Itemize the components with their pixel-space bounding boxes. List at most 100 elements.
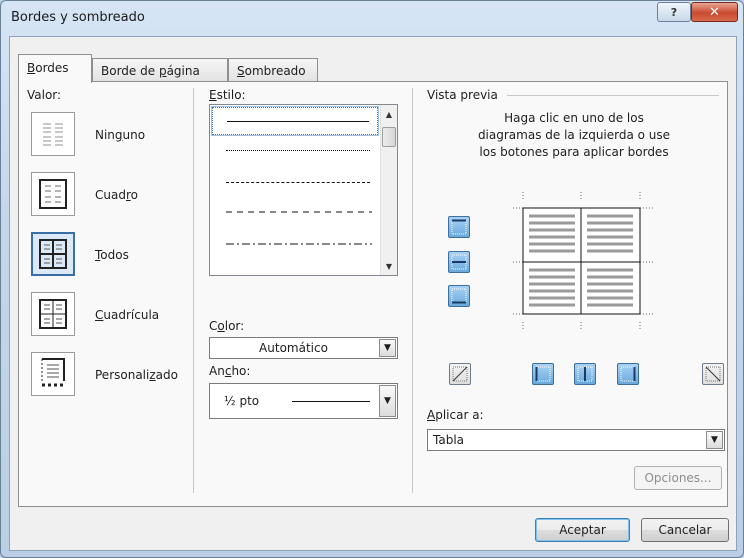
help-icon: ? <box>670 5 678 19</box>
aplicar-mnemonic: A <box>427 408 436 422</box>
scroll-down-icon[interactable]: ▼ <box>381 258 397 274</box>
style-item-solid[interactable] <box>211 106 379 136</box>
diagonal-down-icon <box>705 366 721 382</box>
aplicar-label: Aplicar a: <box>427 408 484 422</box>
color-dropdown[interactable]: Automático ▼ <box>209 337 398 359</box>
help-button[interactable]: ? <box>657 2 691 22</box>
preset-cuadro-text-a: Cuad <box>95 188 126 202</box>
preset-personalizado-text-a: Personali <box>95 368 150 382</box>
preset-cuadro-text-b: o <box>130 188 138 202</box>
left-border-button[interactable] <box>532 363 554 385</box>
diagonal-up-icon <box>452 366 468 382</box>
width-sample-line <box>292 401 370 402</box>
apply-to-dropdown[interactable]: Tabla ▼ <box>427 429 725 451</box>
bottom-border-button[interactable] <box>448 285 470 307</box>
preset-ninguno-button[interactable] <box>31 112 75 156</box>
preview-group-line <box>507 95 719 96</box>
tab-sombreado-label: ombreado <box>244 64 306 78</box>
preset-personalizado-text-b: ado <box>155 368 178 382</box>
preset-cuadricula-label: Cuadrícula <box>95 308 159 322</box>
preset-cuadro-label: Cuadro <box>95 188 138 202</box>
tab-bordes-label: ordes <box>35 61 69 75</box>
color-mnemonic: o <box>217 319 225 333</box>
column-divider-left <box>193 88 194 493</box>
preset-cuadro-button[interactable] <box>31 172 75 216</box>
top-border-icon <box>451 219 467 235</box>
preset-todos-text-b: odos <box>100 248 129 262</box>
close-icon: ✕ <box>709 4 720 20</box>
tab-borde-de-pagina[interactable]: Borde de página <box>92 58 228 82</box>
accept-button[interactable]: Aceptar <box>535 518 630 542</box>
style-dotted-line <box>226 150 370 151</box>
valor-label: Valor: <box>27 88 62 102</box>
preview-instructions-line-3: los botones para aplicar bordes <box>479 145 669 159</box>
style-dash-dot-line <box>226 243 372 245</box>
style-item-dashed[interactable] <box>212 201 378 229</box>
estilo-label-text: stilo: <box>216 88 246 102</box>
preset-grid-icon <box>39 299 67 329</box>
diagonal-up-border-button[interactable] <box>449 363 471 385</box>
aplicar-label-text: plicar a: <box>435 408 484 422</box>
preset-custom-icon <box>41 358 65 387</box>
chevron-down-icon[interactable]: ▼ <box>379 385 396 417</box>
estilo-mnemonic: E <box>209 88 217 102</box>
tab-borde-pagina-mnemonic: p <box>158 64 167 78</box>
scroll-up-icon[interactable]: ▲ <box>381 106 397 122</box>
options-button[interactable]: Opciones... <box>634 466 722 490</box>
color-label-text-b: lor: <box>224 319 245 333</box>
style-list[interactable]: ▲ ▼ <box>209 104 398 276</box>
width-dropdown[interactable]: ½ pto ▼ <box>209 383 398 419</box>
cancel-button[interactable]: Cancelar <box>641 518 729 542</box>
preview-instructions: Haga clic en uno de los diagramas de la … <box>439 110 709 161</box>
preset-all-icon <box>39 239 67 269</box>
scroll-thumb[interactable] <box>382 127 396 147</box>
inside-horizontal-border-icon <box>451 254 467 270</box>
color-value: Automático <box>259 341 328 355</box>
tab-sombreado[interactable]: Sombreado <box>228 58 318 82</box>
style-dashed-line <box>226 211 372 213</box>
preset-ninguno-label: Ninguno <box>95 128 145 142</box>
dialog-client-area: Bordes Borde de página Sombreado Valor: <box>9 36 737 551</box>
tab-bordes-mnemonic: B <box>27 61 36 75</box>
right-border-button[interactable] <box>617 363 639 385</box>
preview-diagram[interactable] <box>495 192 665 332</box>
tab-bordes[interactable]: Bordes <box>18 54 92 83</box>
diagonal-down-border-button[interactable] <box>702 363 724 385</box>
tab-sombreado-mnemonic: S <box>237 64 245 78</box>
preset-cuadricula-button[interactable] <box>31 292 75 336</box>
style-dashed-fine-line <box>226 182 370 183</box>
preset-ninguno-mnemonic: g <box>114 128 123 142</box>
style-item-dotted[interactable] <box>212 137 378 165</box>
preset-box-icon <box>39 179 67 209</box>
estilo-label: Estilo: <box>209 88 246 102</box>
preview-group-label: Vista previa <box>427 88 498 102</box>
preview-instructions-line-2: diagramas de la izquierda o use <box>477 128 671 142</box>
right-border-icon <box>620 366 636 382</box>
preset-ninguno-text-a: Nin <box>95 128 115 142</box>
tab-borde-pagina-prefix: Borde de <box>101 64 159 78</box>
top-border-button[interactable] <box>448 216 470 238</box>
preset-ninguno-text-b: uno <box>122 128 146 142</box>
inside-vertical-border-button[interactable] <box>574 363 596 385</box>
width-value: ½ pto <box>224 394 260 408</box>
style-item-dashed-fine[interactable] <box>212 169 378 197</box>
chevron-down-icon[interactable]: ▼ <box>706 431 723 449</box>
title-bar[interactable]: Bordes y sombreado ? ✕ <box>1 1 743 35</box>
inside-vertical-border-icon <box>577 366 593 382</box>
style-list-scrollbar[interactable]: ▲ ▼ <box>380 105 397 275</box>
column-divider-right <box>412 88 413 493</box>
preview-instructions-line-1: Haga clic en uno de los <box>504 111 644 125</box>
apply-to-value: Tabla <box>433 433 465 447</box>
style-solid-line <box>227 121 369 122</box>
preset-personalizado-label: Personalizado <box>95 368 178 382</box>
style-item-dash-dot[interactable] <box>212 233 378 261</box>
preset-personalizado-button[interactable] <box>31 352 75 396</box>
dialog-window: Bordes y sombreado ? ✕ Bordes Borde de p… <box>0 0 744 558</box>
preset-todos-button[interactable] <box>31 232 75 276</box>
preset-todos-label: Todos <box>95 248 129 262</box>
inside-horizontal-border-button[interactable] <box>448 251 470 273</box>
tab-borde-pagina-label: ágina <box>166 64 200 78</box>
close-button[interactable]: ✕ <box>691 2 738 22</box>
preset-cuadricula-text-b: uadrícula <box>103 308 160 322</box>
chevron-down-icon[interactable]: ▼ <box>379 339 396 357</box>
